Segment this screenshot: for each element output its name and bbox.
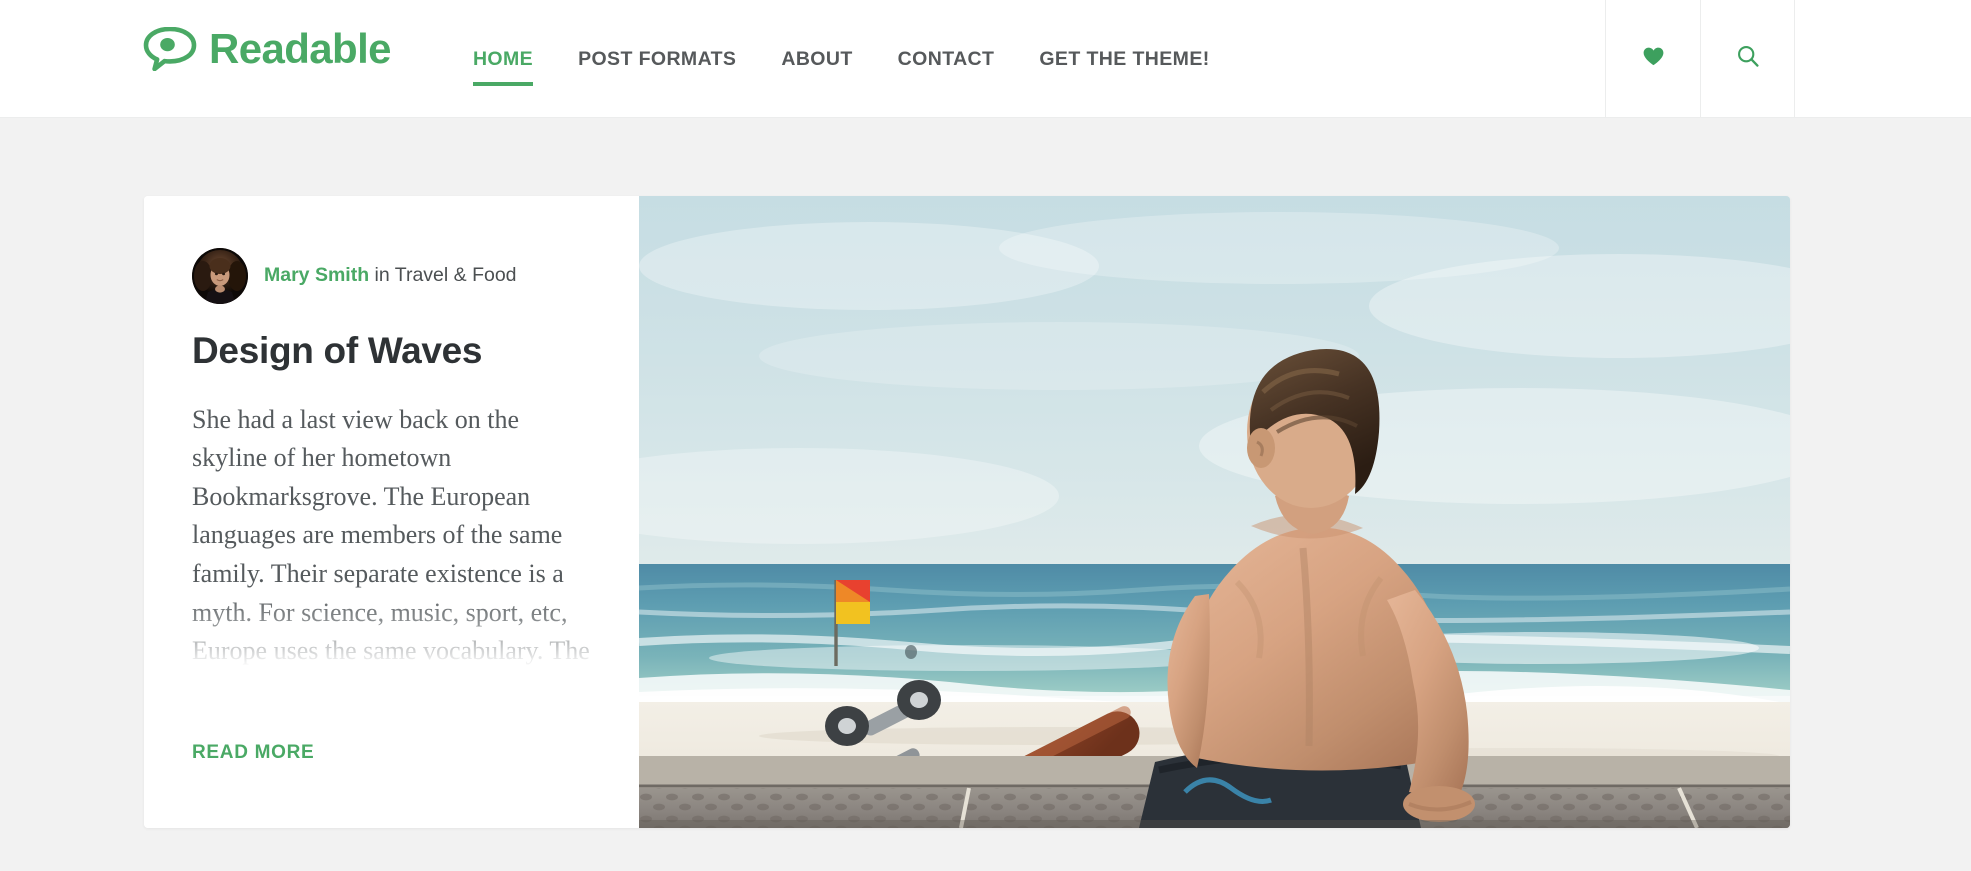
post-author-link[interactable]: Mary Smith	[264, 264, 369, 286]
site-logo[interactable]: Readable	[143, 25, 392, 72]
read-more-link[interactable]: READ MORE	[192, 742, 314, 764]
post-thumbnail[interactable]	[639, 196, 1790, 828]
avatar[interactable]	[192, 248, 248, 304]
post-content: Mary Smith in Travel & Food Design of Wa…	[144, 196, 639, 828]
post-meta-separator: in	[369, 264, 395, 287]
post-excerpt-wrapper: She had a last view back on the skyline …	[192, 401, 591, 673]
post-meta-text: Mary Smith in Travel & Food	[264, 264, 517, 287]
favorites-button[interactable]	[1605, 0, 1700, 117]
search-button[interactable]	[1700, 0, 1795, 117]
logo-text: Readable	[209, 25, 392, 72]
nav-item-get-the-theme[interactable]: GET THE THEME!	[1039, 0, 1209, 118]
site-header: Readable HOME POST FORMATS ABOUT CONTACT…	[0, 0, 1971, 118]
search-icon	[1737, 45, 1759, 72]
post-card: Mary Smith in Travel & Food Design of Wa…	[144, 196, 1790, 828]
nav-item-post-formats[interactable]: POST FORMATS	[578, 0, 736, 118]
main-navigation: HOME POST FORMATS ABOUT CONTACT GET THE …	[472, 0, 1210, 118]
heart-icon	[1643, 47, 1664, 71]
nav-item-contact[interactable]: CONTACT	[898, 0, 995, 118]
post-excerpt: She had a last view back on the skyline …	[192, 404, 590, 666]
post-title[interactable]: Design of Waves	[192, 330, 591, 373]
nav-item-about[interactable]: ABOUT	[781, 0, 852, 118]
speech-bubble-icon	[143, 26, 197, 72]
nav-item-home[interactable]: HOME	[472, 0, 534, 118]
post-category-link[interactable]: Travel & Food	[395, 264, 517, 286]
header-utilities	[1605, 0, 1795, 118]
post-meta: Mary Smith in Travel & Food	[192, 248, 591, 304]
header-inner: Readable HOME POST FORMATS ABOUT CONTACT…	[0, 0, 1605, 118]
